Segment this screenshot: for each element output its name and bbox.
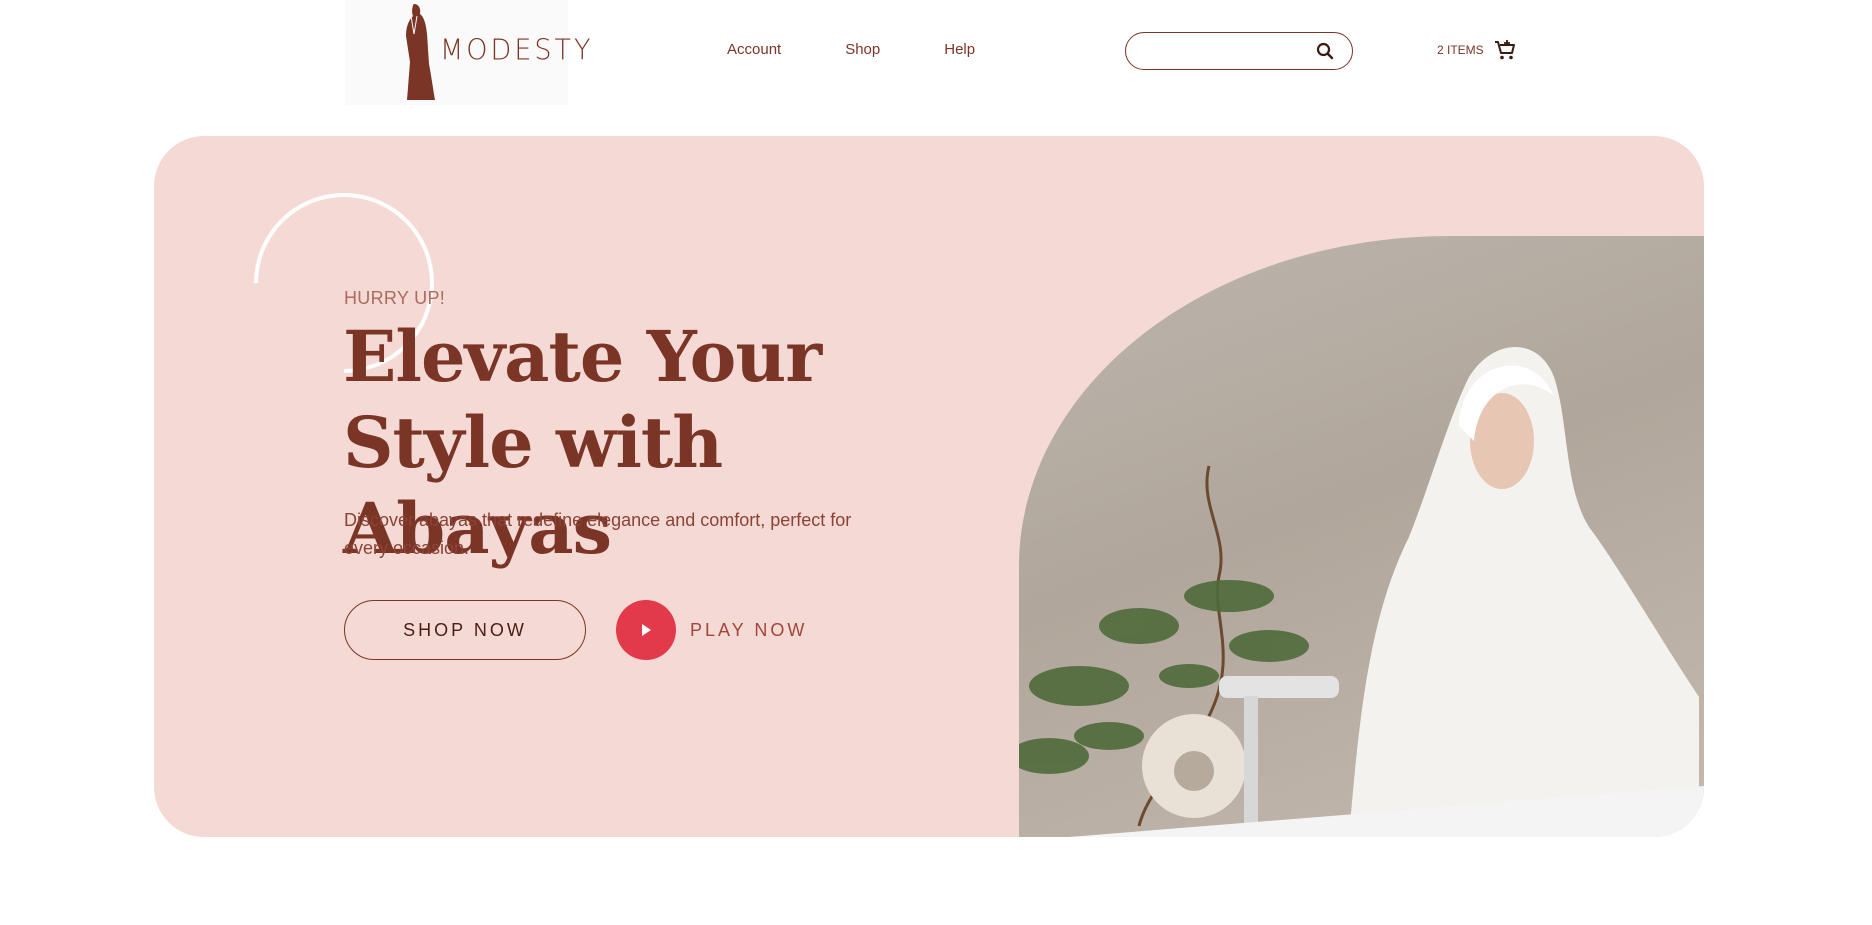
nav-help[interactable]: Help	[944, 41, 975, 58]
abaya-figure-icon	[406, 4, 435, 100]
hero-banner: HURRY UP! Elevate Your Style with Abayas…	[154, 136, 1704, 837]
cart-icon	[1494, 40, 1515, 60]
play-icon	[642, 624, 651, 636]
hero-image	[1019, 236, 1704, 837]
hero-description: Discover abayas that redefine elegance a…	[344, 510, 852, 558]
main-nav: Account Shop Help	[727, 41, 1039, 58]
hero-title-line1: Elevate Your	[343, 315, 822, 398]
search-icon[interactable]	[1316, 42, 1334, 60]
logo-text: MODESTY	[440, 34, 594, 67]
shop-now-button[interactable]: SHOP NOW	[344, 600, 586, 660]
play-now-label: PLAY NOW	[690, 619, 808, 640]
cart-button[interactable]: 2 ITEMS	[1437, 39, 1516, 61]
woman-in-white-hijab-photo	[1019, 347, 1704, 837]
nav-account[interactable]: Account	[727, 41, 781, 58]
play-button-circle[interactable]	[616, 600, 676, 660]
hero-eyebrow: HURRY UP!	[344, 288, 446, 308]
cart-count: 2 ITEMS	[1437, 43, 1484, 57]
search-input[interactable]	[1142, 40, 1316, 64]
nav-shop[interactable]: Shop	[845, 41, 880, 58]
play-now-button[interactable]: PLAY NOW	[616, 600, 807, 660]
search-box	[1125, 32, 1353, 70]
logo[interactable]: MODESTY	[345, 0, 591, 105]
